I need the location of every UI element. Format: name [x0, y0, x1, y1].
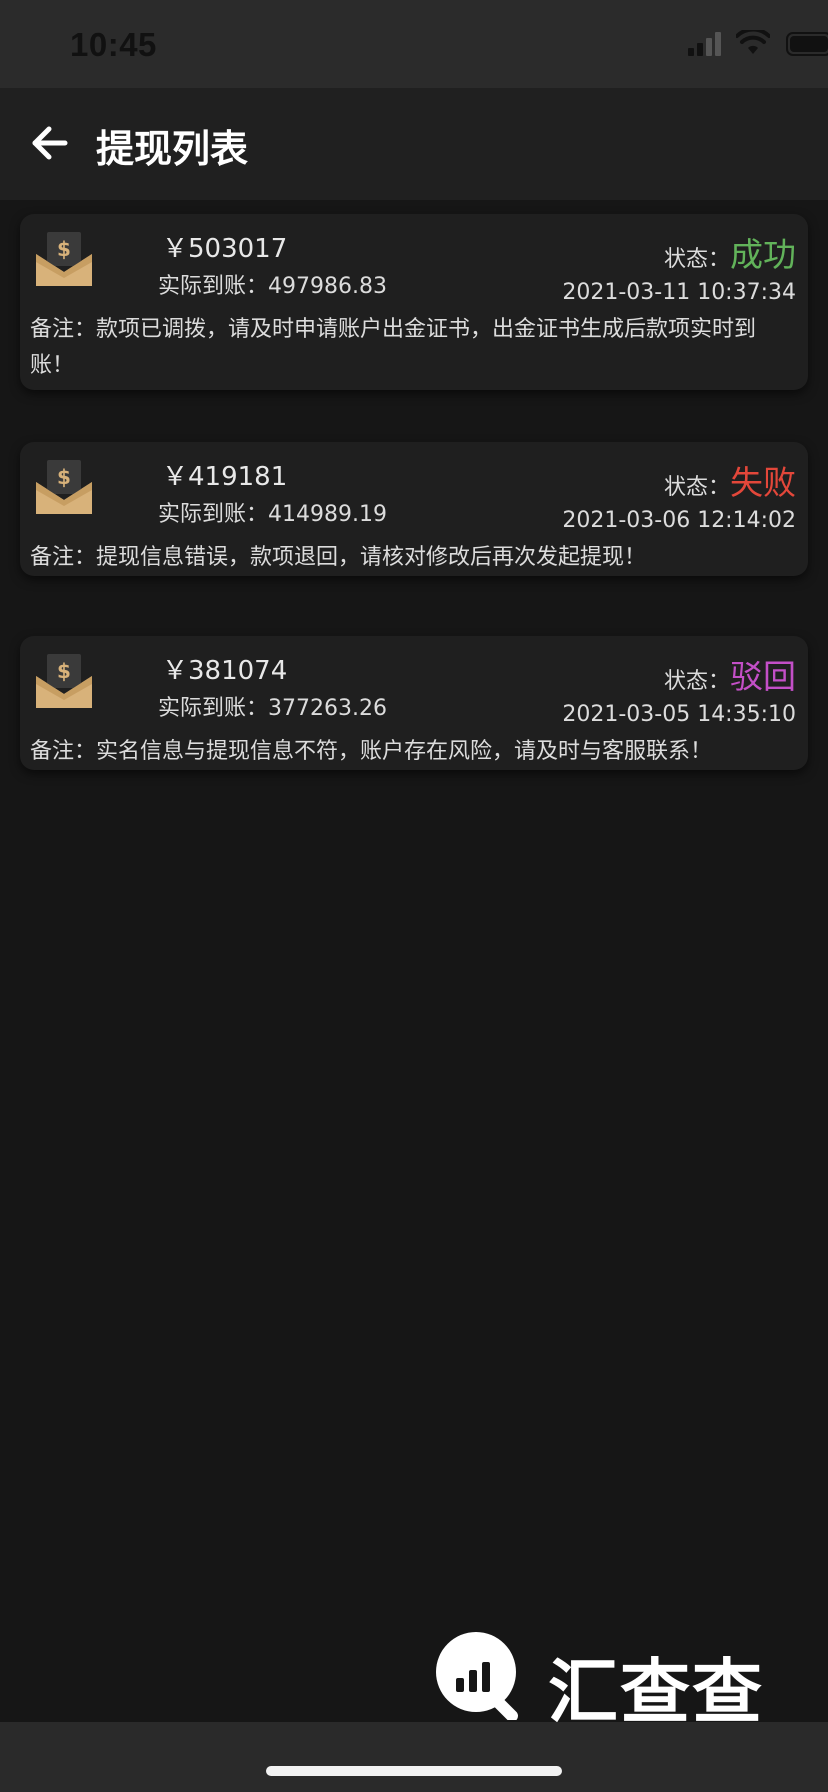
- actual-label: 实际到账：: [158, 696, 269, 721]
- home-area: [0, 1722, 828, 1792]
- svg-text:$: $: [57, 237, 71, 261]
- actual-value: 497986.83: [268, 274, 387, 299]
- cellular-signal-icon: [688, 32, 721, 56]
- withdraw-amount: ￥503017: [162, 234, 288, 264]
- remark-text: 款项已调拨，请及时申请账户出金证书，出金证书生成后款项实时到账！: [30, 317, 757, 378]
- status-label: 状态：: [663, 475, 730, 500]
- remark-label: 备注：: [30, 317, 97, 342]
- remark-text: 提现信息错误，款项退回，请核对修改后再次发起提现！: [96, 545, 647, 570]
- actual-received: 实际到账：377263.26: [158, 690, 387, 722]
- remark-text: 实名信息与提现信息不符，账户存在风险，请及时与客服联系！: [96, 739, 713, 764]
- wifi-icon: [736, 30, 770, 54]
- actual-received: 实际到账：497986.83: [158, 268, 387, 300]
- status-value: 成功: [730, 235, 796, 274]
- status-label: 状态：: [663, 247, 730, 272]
- withdrawal-card[interactable]: $ ￥419181 实际到账：414989.19 状态： 失败 2021-03-…: [20, 442, 808, 576]
- remark: 备注：提现信息错误，款项退回，请核对修改后再次发起提现！: [30, 540, 794, 576]
- remark: 备注：实名信息与提现信息不符，账户存在风险，请及时与客服联系！: [30, 734, 794, 770]
- withdrawal-card[interactable]: $ ￥381074 实际到账：377263.26 状态： 驳回 2021-03-…: [20, 636, 808, 770]
- withdrawal-card[interactable]: $ ￥503017 实际到账：497986.83 状态： 成功 2021-03-…: [20, 214, 808, 390]
- chart-magnifier-logo: [436, 1632, 518, 1720]
- money-envelope-icon: $: [36, 232, 92, 286]
- remark: 备注：款项已调拨，请及时申请账户出金证书，出金证书生成后款项实时到账！: [30, 312, 794, 384]
- actual-label: 实际到账：: [158, 502, 269, 527]
- remark-label: 备注：: [30, 545, 97, 570]
- datetime: 2021-03-05 14:35:10: [562, 702, 796, 727]
- datetime: 2021-03-06 12:14:02: [562, 508, 796, 533]
- withdraw-amount: ￥419181: [162, 462, 288, 492]
- page-title: 提现列表: [96, 127, 249, 171]
- arrow-left-icon: [32, 126, 68, 160]
- status: 状态： 成功: [664, 228, 796, 276]
- withdraw-amount: ￥381074: [162, 656, 288, 686]
- status-bar: 10:45: [0, 0, 828, 88]
- svg-text:$: $: [57, 465, 71, 489]
- svg-text:$: $: [57, 659, 71, 683]
- status: 状态： 驳回: [664, 650, 796, 698]
- status-time: 10:45: [70, 26, 157, 63]
- remark-label: 备注：: [30, 739, 97, 764]
- actual-value: 377263.26: [268, 696, 387, 721]
- actual-label: 实际到账：: [158, 274, 269, 299]
- home-indicator[interactable]: [266, 1766, 562, 1776]
- back-button[interactable]: [26, 120, 72, 166]
- status-label: 状态：: [663, 669, 730, 694]
- battery-icon: [786, 32, 828, 56]
- status: 状态： 失败: [664, 456, 796, 504]
- money-envelope-icon: $: [36, 654, 92, 708]
- datetime: 2021-03-11 10:37:34: [562, 280, 796, 305]
- nav-bar: 提现列表: [0, 88, 828, 200]
- actual-received: 实际到账：414989.19: [158, 496, 387, 528]
- watermark: 汇查查: [432, 1628, 792, 1733]
- status-value: 失败: [730, 463, 796, 502]
- money-envelope-icon: $: [36, 460, 92, 514]
- actual-value: 414989.19: [268, 502, 387, 527]
- status-value: 驳回: [730, 657, 796, 696]
